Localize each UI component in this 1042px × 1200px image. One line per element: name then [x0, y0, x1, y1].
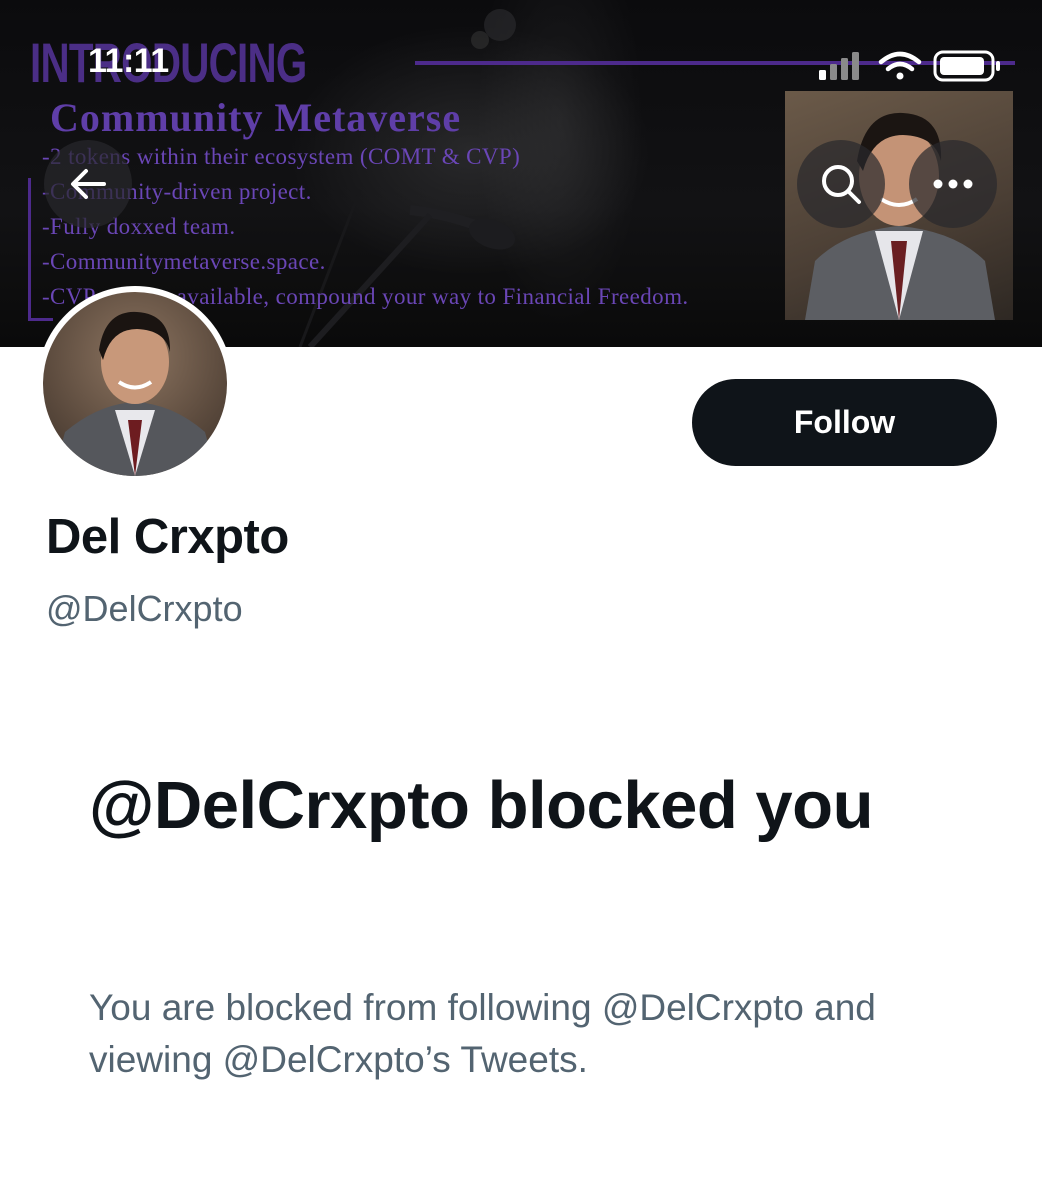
wifi-icon — [878, 51, 922, 80]
blocked-notice-description: You are blocked from following @DelCrxpt… — [89, 987, 876, 1080]
cellular-signal-icon — [819, 52, 859, 80]
status-bar-time: 11:11 — [88, 42, 169, 80]
banner-bullet: -Communitymetaverse.space. — [42, 249, 326, 274]
banner-bullet: -2 tokens within their ecosystem (COMT &… — [42, 144, 521, 169]
arrow-left-icon — [71, 169, 106, 199]
more-options-button[interactable] — [909, 140, 997, 228]
blocked-notice-title: @DelCrxpto blocked you — [89, 768, 874, 843]
status-bar-icons — [819, 50, 1000, 82]
back-button[interactable] — [44, 140, 132, 228]
follow-button[interactable]: Follow — [692, 379, 997, 466]
battery-icon — [933, 50, 1000, 82]
banner-bullet: -Fully doxxed team. — [42, 214, 236, 239]
profile-display-name: Del Crxpto — [46, 510, 289, 564]
profile-handle: @DelCrxpto — [46, 588, 243, 629]
banner-bullet: -Community-driven project. — [42, 179, 312, 204]
banner-subtitle: Community Metaverse — [50, 95, 462, 140]
search-icon — [822, 165, 861, 204]
profile-avatar[interactable] — [37, 286, 233, 482]
avatar-photo — [43, 292, 227, 476]
more-horizontal-icon — [933, 179, 973, 189]
search-button[interactable] — [797, 140, 885, 228]
